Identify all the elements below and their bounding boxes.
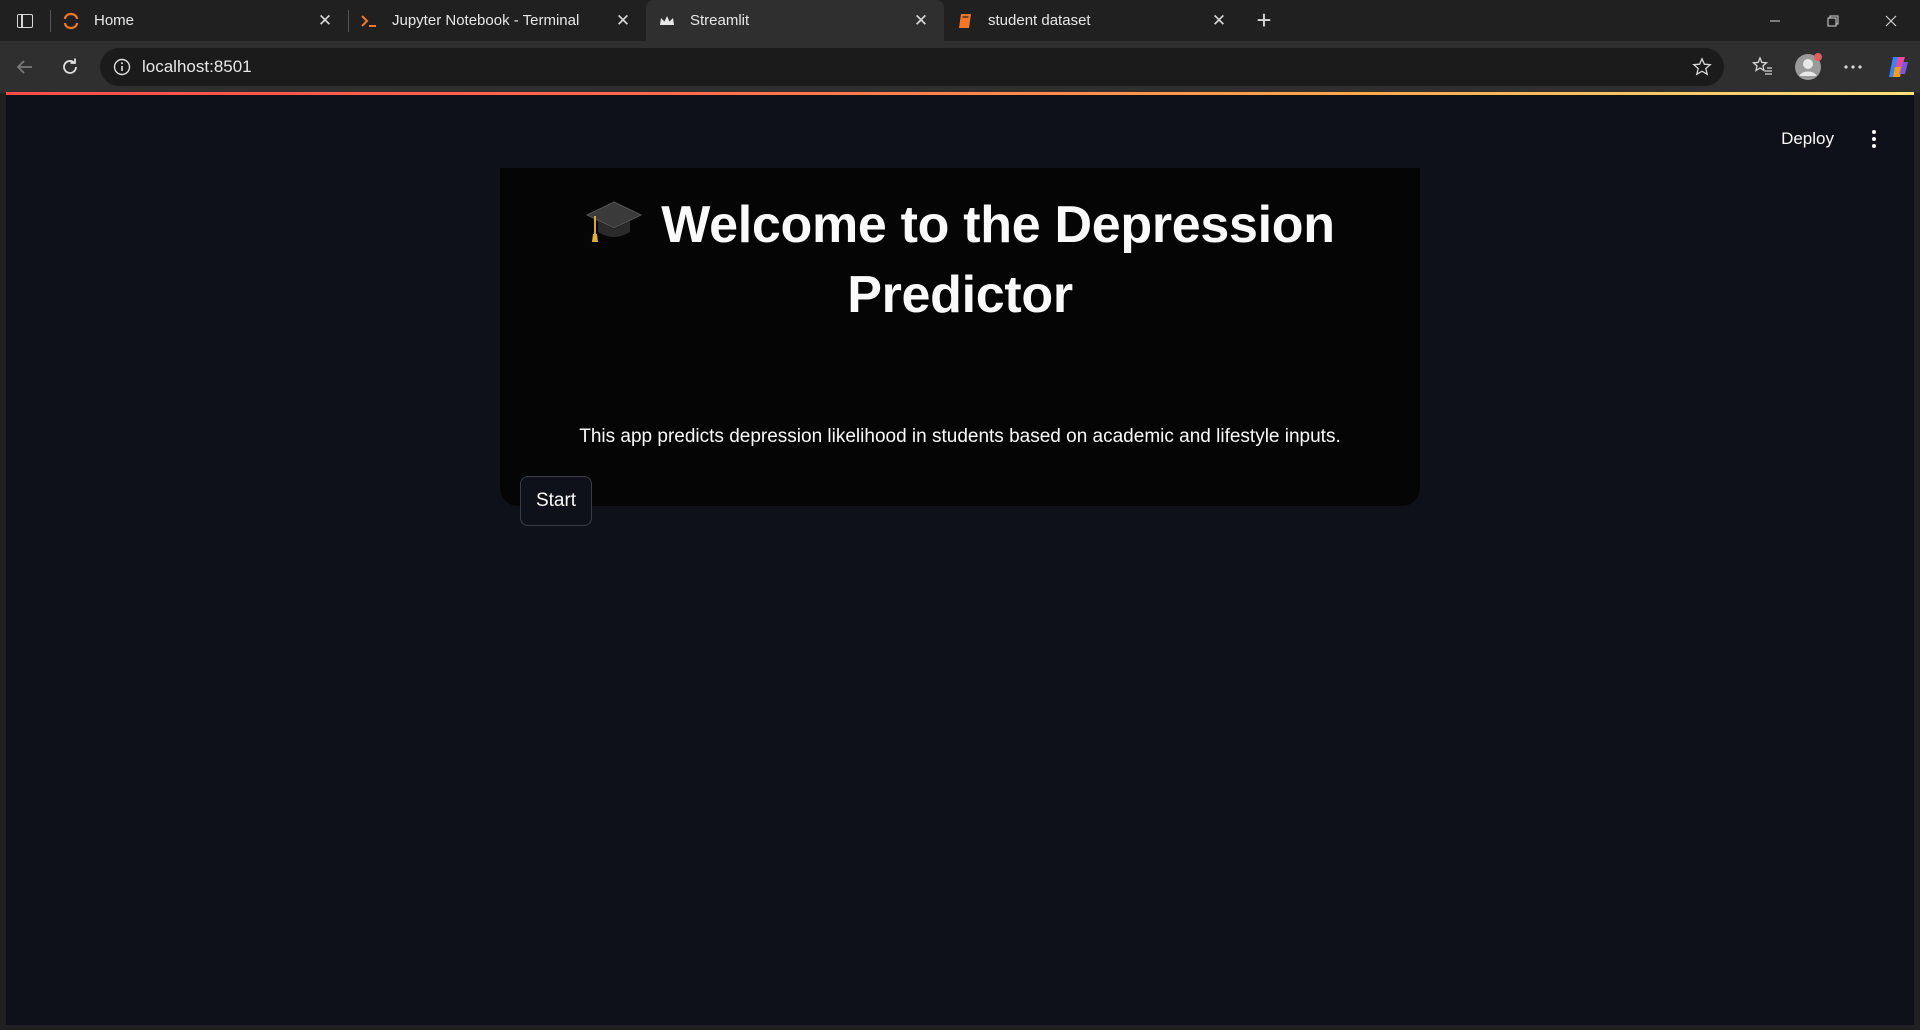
app-header: Deploy (1761, 95, 1914, 183)
restore-icon[interactable] (1804, 0, 1862, 41)
close-icon[interactable]: ✕ (614, 11, 632, 30)
favorite-star-icon[interactable] (1692, 57, 1712, 82)
welcome-card: Welcome to the Depression Predictor This… (500, 168, 1420, 526)
close-icon[interactable]: ✕ (316, 11, 334, 30)
address-text: localhost:8501 (142, 57, 252, 76)
page-title: Welcome to the Depression Predictor (500, 192, 1420, 328)
tab-title: Home (94, 12, 135, 29)
streamlit-crown-icon (658, 12, 676, 30)
sidebar-toggle-icon[interactable] (0, 0, 50, 41)
tab-separator (50, 10, 51, 32)
streamlit-app: Deploy Welcome to the Depression Predict… (6, 95, 1914, 1025)
profile-avatar-icon[interactable] (1785, 41, 1830, 93)
tab-student-dataset[interactable]: student dataset ✕ (944, 0, 1242, 41)
app-description: This app predicts depression likelihood … (579, 426, 1341, 447)
book-icon (956, 12, 974, 30)
tab-terminal[interactable]: Jupyter Notebook - Terminal ✕ (348, 0, 646, 41)
favorites-list-icon[interactable] (1740, 41, 1785, 93)
minimize-icon[interactable] (1746, 0, 1804, 41)
window-controls (1746, 0, 1920, 41)
site-info-icon[interactable] (112, 57, 132, 77)
start-button[interactable]: Start (520, 476, 592, 526)
tab-separator (348, 10, 349, 32)
tab-streamlit[interactable]: Streamlit ✕ (646, 0, 944, 41)
copilot-icon[interactable] (1875, 41, 1920, 93)
tab-title: Jupyter Notebook - Terminal (392, 12, 580, 29)
close-icon[interactable]: ✕ (1210, 11, 1228, 30)
close-window-icon[interactable] (1862, 0, 1920, 41)
jupyter-icon (62, 12, 80, 30)
reload-icon[interactable] (50, 47, 90, 87)
tab-title: student dataset (988, 12, 1091, 29)
terminal-icon (360, 12, 378, 30)
tab-title: Streamlit (690, 12, 750, 29)
address-bar[interactable]: localhost:8501 (100, 48, 1724, 86)
back-arrow-icon[interactable] (5, 47, 45, 87)
page-title-text: Welcome to the Depression Predictor (661, 196, 1335, 324)
toolbar-right-group (1740, 41, 1920, 93)
deploy-button[interactable]: Deploy (1761, 129, 1854, 149)
close-icon[interactable]: ✕ (912, 11, 930, 30)
graduation-cap-icon (585, 196, 643, 262)
more-options-icon[interactable] (1830, 41, 1875, 93)
browser-toolbar: localhost:8501 (0, 41, 1920, 93)
new-tab-button[interactable]: + (1242, 0, 1286, 41)
tab-home[interactable]: Home ✕ (50, 0, 348, 41)
main-menu-icon[interactable] (1854, 119, 1894, 159)
tab-strip: Home ✕ Jupyter Notebook - Terminal ✕ Str… (0, 0, 1920, 41)
